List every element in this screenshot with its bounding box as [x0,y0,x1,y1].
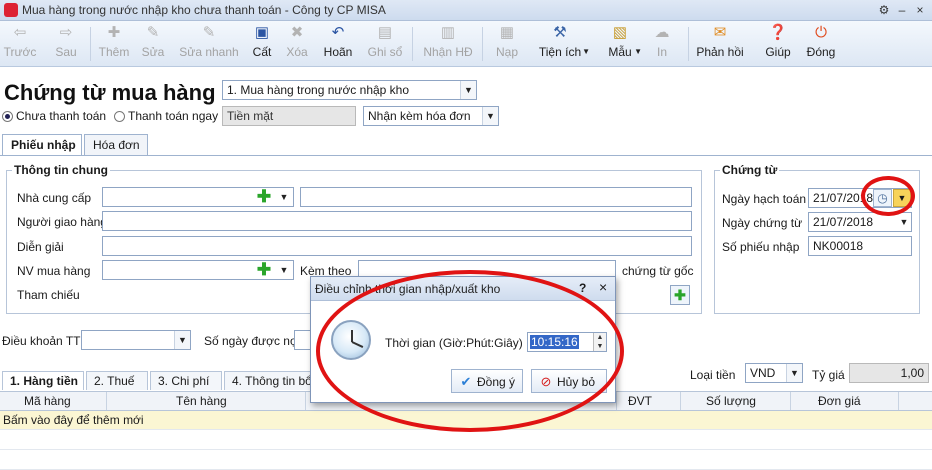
edit-icon: ✎ [146,24,160,41]
rate-label: Tỷ giá [812,368,845,382]
voucher-type-select[interactable]: 1. Mua hàng trong nước nhập kho ▼ [222,80,477,100]
help-icon: ❓ [768,24,788,41]
rate-field: 1,00 [849,363,929,383]
col-item-code[interactable]: Mã hàng [24,394,71,408]
tab-invoice[interactable]: Hóa đơn [84,134,148,155]
print-icon: ☁ [654,24,670,41]
chevron-down-icon: ▼ [482,107,498,125]
tab-receipt[interactable]: Phiếu nhập [2,134,82,155]
prev-button[interactable]: ⇦ Trước [0,23,40,65]
original-docs-label: chứng từ gốc [622,264,694,278]
currency-select[interactable]: VND ▼ [745,363,803,383]
chevron-down-icon: ▼ [174,331,190,349]
purchaser-label: NV mua hàng [17,264,91,278]
quick-edit-button[interactable]: ✎ Sửa nhanh [176,23,242,65]
receipt-no-input[interactable]: NK00018 [808,236,912,256]
col-unit[interactable]: ĐVT [628,394,652,408]
days-due-label: Số ngày được nợ [204,334,298,348]
defer-button[interactable]: ↶ Hoãn [320,23,356,65]
chevron-down-icon: ▼ [899,217,909,227]
page-title: Chứng từ mua hàng [4,80,216,105]
currency-label: Loại tiền [690,368,736,382]
receive-invoice-icon: ▥ [440,24,456,41]
toolbar: ⇦ Trước ⇨ Sau ✚ Thêm ✎ Sửa ✎ Sửa nhanh ▣ Cất ✖… [0,21,932,67]
payment-terms-select[interactable]: ▼ [81,330,191,350]
close-form-button[interactable]: ⏻ Đóng [804,23,838,65]
grid-tab-goods[interactable]: 1. Hàng tiền [2,371,84,390]
delete-button[interactable]: ✖ Xóa [282,23,312,65]
help-button[interactable]: ❓ Giúp [762,23,794,65]
col-unit-price[interactable]: Đơn giá [818,394,861,408]
undo-icon: ↶ [331,24,345,41]
table-row[interactable] [0,431,932,450]
close-icon: ⏻ [815,24,827,41]
chevron-down-icon[interactable]: ▼ [277,261,291,279]
voucher-legend: Chứng từ [720,163,780,177]
dialog-help-button[interactable]: ? [579,281,586,295]
payment-terms-label: Điều khoản TT [2,334,81,348]
close-window-button[interactable]: × [912,2,928,18]
utilities-icon: ⚒ [553,24,567,41]
col-quantity[interactable]: Số lượng [706,394,756,408]
chevron-down-icon: ▼ [786,364,802,382]
arrow-left-icon: ⇦ [13,24,27,41]
radio-unpaid[interactable]: Chưa thanh toán [2,109,106,123]
window-title: Mua hàng trong nước nhập kho chưa thanh … [22,3,386,17]
supplier-label: Nhà cung cấp [17,191,92,205]
description-input[interactable] [102,236,692,256]
receive-invoice-button[interactable]: ▥ Nhận HĐ [420,23,476,65]
load-button[interactable]: ▦ Nạp [492,23,522,65]
save-button[interactable]: ▣ Cất [248,23,276,65]
deliverer-label: Người giao hàng [17,215,107,229]
receipt-no-label: Số phiếu nhập [722,240,800,254]
delete-icon: ✖ [290,24,304,41]
add-purchaser-icon[interactable]: ✚ [256,261,272,278]
reload-icon: ▦ [499,24,515,41]
settings-icon[interactable]: ⚙ [876,2,892,18]
template-button[interactable]: ▧ Mẫu ▼ [598,23,642,65]
grid-tab-tax[interactable]: 2. Thuế [86,371,148,390]
general-info-legend: Thông tin chung [12,163,110,177]
app-icon [4,3,18,17]
utilities-button[interactable]: ⚒ Tiện ích ▼ [530,23,590,65]
add-document-icon: ✚ [107,24,121,41]
print-button[interactable]: ☁ In [648,23,676,65]
chevron-down-icon: ▼ [634,47,642,56]
annotation-circle-clock [861,176,915,216]
dialog-close-button[interactable]: × [599,279,607,295]
chevron-down-icon: ▼ [582,47,590,56]
grid-tab-extra[interactable]: 4. Thông tin bổ [224,371,312,390]
add-reference-icon[interactable]: ✚ [670,285,690,305]
template-icon: ▧ [612,24,628,41]
feedback-mail-icon: ✉ [713,24,727,41]
annotation-circle-dialog [316,270,624,432]
posting-date-label: Ngày hạch toán [722,192,807,206]
post-button[interactable]: ▤ Ghi sổ [364,23,406,65]
save-icon: ▣ [254,24,270,41]
next-button[interactable]: ⇨ Sau [46,23,86,65]
supplier-name-input[interactable] [300,187,692,207]
radio-pay-now[interactable]: Thanh toán ngay [114,109,218,123]
add-supplier-icon[interactable]: ✚ [256,188,272,205]
arrow-right-icon: ⇨ [59,24,73,41]
edit-button[interactable]: ✎ Sửa [138,23,168,65]
feedback-button[interactable]: ✉ Phản hồi [694,23,746,65]
post-ledger-icon: ▤ [377,24,393,41]
invoice-option-select[interactable]: Nhận kèm hóa đơn ▼ [363,106,499,126]
deliverer-input[interactable] [102,211,692,231]
description-label: Diễn giải [17,240,64,254]
grid-tab-expense[interactable]: 3. Chi phí [150,371,222,390]
window-title-bar: Mua hàng trong nước nhập kho chưa thanh … [0,0,932,21]
col-item-name[interactable]: Tên hàng [176,394,227,408]
reference-label: Tham chiếu [17,288,80,302]
minimize-button[interactable]: – [894,2,910,18]
chevron-down-icon[interactable]: ▼ [277,188,291,206]
payment-method-field: Tiền mặt [222,106,356,126]
chevron-down-icon: ▼ [460,81,476,99]
quick-edit-icon: ✎ [202,24,216,41]
add-button[interactable]: ✚ Thêm [96,23,132,65]
voucher-date-label: Ngày chứng từ [722,216,803,230]
